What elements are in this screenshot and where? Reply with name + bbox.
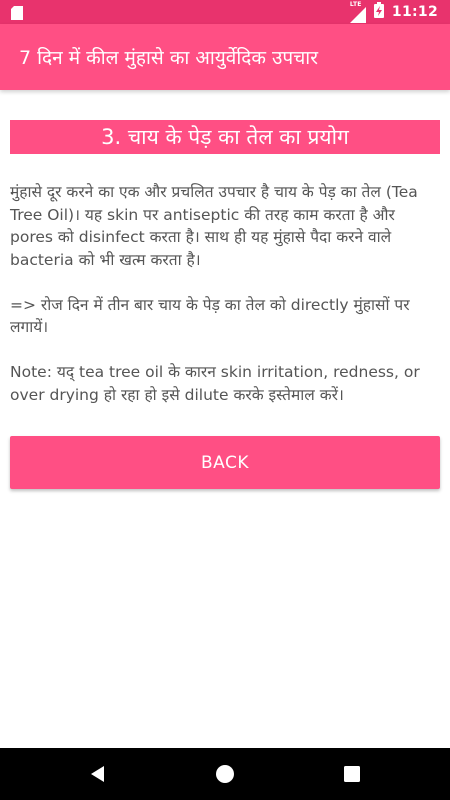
lte-signal-icon: LTE	[349, 1, 366, 23]
back-triangle-icon[interactable]	[86, 762, 110, 786]
battery-charging-icon	[373, 2, 384, 22]
paragraph-note: Note: यद् tea tree oil के कारन skin irri…	[10, 363, 420, 404]
clock: 11:12	[391, 4, 438, 20]
sd-card-icon	[11, 5, 23, 20]
paragraph-usage: => रोज दिन में तीन बार चाय के पेड़ का ते…	[10, 295, 410, 337]
recent-apps-square-icon[interactable]	[340, 762, 364, 786]
paragraph-intro: मुंहासे दूर करने का एक और प्रचलित उपचार …	[10, 183, 418, 269]
app-bar: 7 दिन में कील मुंहासे का आयुर्वेदिक उपचा…	[0, 24, 450, 90]
navigation-bar	[0, 748, 450, 800]
back-button[interactable]: BACK	[10, 436, 440, 489]
section-heading: 3. चाय के पेड़ का तेल का प्रयोग	[10, 120, 440, 154]
app-title: 7 दिन में कील मुंहासे का आयुर्वेदिक उपचा…	[19, 47, 318, 69]
status-bar: LTE 11:12	[0, 0, 450, 24]
home-circle-icon[interactable]	[213, 762, 237, 786]
article-body: मुंहासे दूर करने का एक और प्रचलित उपचार …	[10, 181, 442, 406]
